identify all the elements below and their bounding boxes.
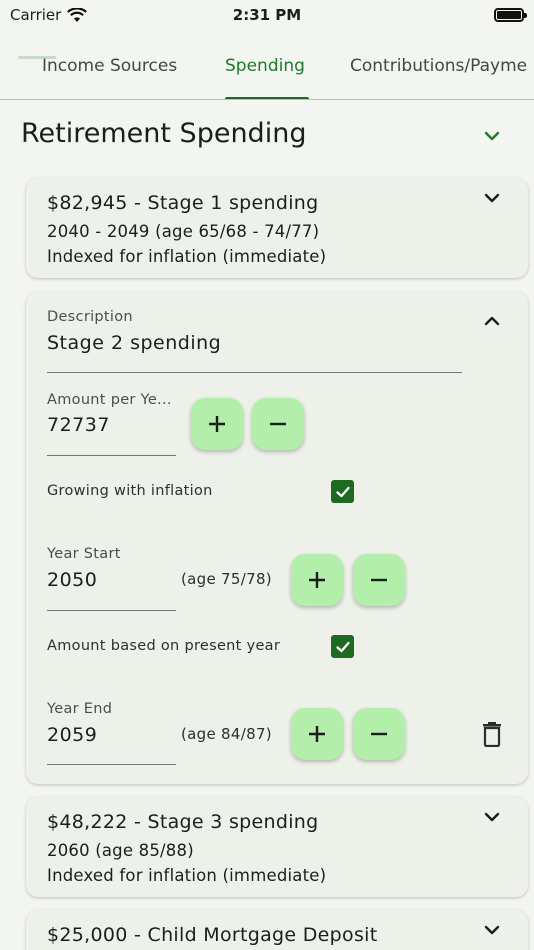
chevron-down-icon[interactable]	[482, 920, 502, 940]
year-start-label: Year Start	[47, 546, 121, 562]
description-field[interactable]: Stage 2 spending	[47, 332, 221, 354]
plus-icon	[307, 724, 327, 744]
card-inflation-note: Indexed for inflation (immediate)	[47, 247, 327, 266]
year-start-field[interactable]: 2050	[47, 569, 97, 591]
description-label: Description	[47, 309, 133, 325]
card-inflation-note: Indexed for inflation (immediate)	[47, 866, 327, 885]
year-start-age: (age 75/78)	[181, 570, 272, 588]
description-underline	[47, 372, 462, 373]
wifi-icon	[67, 7, 88, 23]
active-tab-indicator	[225, 97, 309, 99]
chevron-up-icon[interactable]	[482, 311, 502, 331]
year-start-increment-button[interactable]	[291, 554, 343, 606]
card-title: $25,000 - Child Mortgage Deposit	[47, 924, 378, 946]
spending-card-stage-1[interactable]: $82,945 - Stage 1 spending 2040 - 2049 (…	[26, 178, 528, 278]
present-year-label: Amount based on present year	[47, 638, 281, 654]
delete-icon[interactable]	[482, 721, 502, 747]
spending-card-child-mortgage[interactable]: $25,000 - Child Mortgage Deposit	[26, 910, 528, 950]
tab-income-sources[interactable]: Income Sources	[42, 56, 177, 76]
card-year-range: 2040 - 2049 (age 65/68 - 74/77)	[47, 222, 320, 241]
chevron-down-icon[interactable]	[482, 807, 502, 827]
minus-icon	[268, 414, 288, 434]
chevron-down-icon[interactable]	[482, 188, 502, 208]
page-title: Retirement Spending	[21, 118, 307, 149]
tab-contributions-payments[interactable]: Contributions/Payme	[350, 56, 527, 76]
card-title: $48,222 - Stage 3 spending	[47, 811, 319, 833]
battery-icon	[494, 8, 527, 22]
year-end-decrement-button[interactable]	[353, 708, 405, 760]
year-end-age: (age 84/87)	[181, 725, 272, 743]
plus-icon	[307, 570, 327, 590]
plus-icon	[207, 414, 227, 434]
tab-bar: Income Sources Spending Contributions/Pa…	[0, 30, 534, 100]
chevron-down-icon[interactable]	[482, 126, 502, 146]
year-end-field[interactable]: 2059	[47, 724, 97, 746]
spending-card-stage-2: Description Stage 2 spending Amount per …	[26, 292, 528, 784]
spending-card-stage-3[interactable]: $48,222 - Stage 3 spending 2060 (age 85/…	[26, 797, 528, 897]
year-end-increment-button[interactable]	[291, 708, 343, 760]
minus-icon	[369, 570, 389, 590]
carrier-label: Carrier	[10, 6, 62, 24]
amount-decrement-button[interactable]	[252, 398, 304, 450]
card-year-range: 2060 (age 85/88)	[47, 841, 194, 860]
status-bar: Carrier 2:31 PM	[0, 0, 534, 30]
check-icon	[335, 639, 351, 655]
year-start-decrement-button[interactable]	[353, 554, 405, 606]
year-start-underline	[47, 610, 176, 611]
minus-icon	[369, 724, 389, 744]
year-end-underline	[47, 764, 176, 765]
amount-increment-button[interactable]	[191, 398, 243, 450]
growing-with-inflation-label: Growing with inflation	[47, 483, 213, 499]
amount-field[interactable]: 72737	[47, 414, 110, 436]
growing-with-inflation-checkbox[interactable]	[331, 480, 354, 503]
card-title: $82,945 - Stage 1 spending	[47, 192, 319, 214]
year-end-label: Year End	[47, 701, 113, 717]
check-icon	[335, 484, 351, 500]
tab-spending[interactable]: Spending	[225, 56, 305, 76]
amount-label: Amount per Ye...	[47, 392, 172, 408]
present-year-checkbox[interactable]	[331, 635, 354, 658]
amount-underline	[47, 455, 176, 456]
